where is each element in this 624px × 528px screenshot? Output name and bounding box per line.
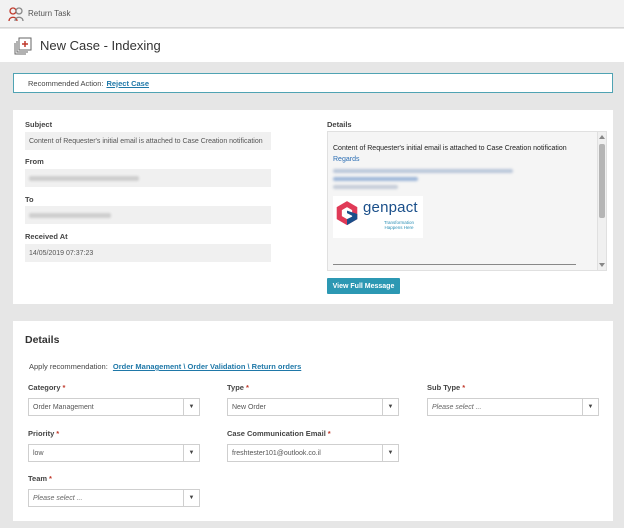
- category-label-text: Category: [28, 383, 61, 392]
- comm-email-label-text: Case Communication Email: [227, 429, 326, 438]
- category-select[interactable]: Order Management ▼: [28, 398, 200, 416]
- email-card: Subject Content of Requester's initial e…: [13, 110, 613, 304]
- email-body-text: Content of Requester's initial email is …: [333, 145, 567, 152]
- chevron-down-icon: ▼: [183, 445, 199, 461]
- case-details-card: Details Apply recommendation: Order Mana…: [13, 321, 613, 521]
- chevron-down-icon: ▼: [183, 399, 199, 415]
- redacted-line: [333, 169, 513, 173]
- type-select[interactable]: New Order ▼: [227, 398, 399, 416]
- redacted-line: [333, 185, 398, 189]
- genpact-logo: genpact Transformation Happens Here: [333, 196, 423, 238]
- required-marker: *: [62, 383, 66, 392]
- subtype-placeholder: Please select ...: [432, 403, 482, 411]
- chevron-down-icon: ▼: [183, 490, 199, 506]
- scroll-down-icon[interactable]: [599, 263, 605, 267]
- reject-case-link[interactable]: Reject Case: [106, 79, 149, 88]
- signature-divider: [333, 264, 576, 265]
- new-case-icon: [14, 37, 32, 54]
- required-marker: *: [462, 383, 466, 392]
- team-label-text: Team: [28, 474, 48, 483]
- comm-email-label: Case Communication Email *: [227, 429, 331, 438]
- priority-select[interactable]: low ▼: [28, 444, 200, 462]
- genpact-logo-text: genpact: [363, 199, 418, 216]
- chevron-down-icon: ▼: [582, 399, 598, 415]
- email-body-viewer[interactable]: Content of Requester's initial email is …: [327, 131, 607, 271]
- required-marker: *: [245, 383, 249, 392]
- required-marker: *: [56, 429, 60, 438]
- from-label: From: [25, 157, 44, 166]
- to-label: To: [25, 195, 34, 204]
- apply-recommendation-label: Apply recommendation:: [29, 362, 108, 371]
- email-body-scrollbar[interactable]: [597, 132, 606, 270]
- page-title: New Case - Indexing: [40, 38, 161, 53]
- priority-label-text: Priority: [28, 429, 55, 438]
- return-task-label: Return Task: [28, 9, 71, 18]
- chevron-down-icon: ▼: [382, 445, 398, 461]
- page-header: New Case - Indexing: [0, 29, 624, 62]
- required-marker: *: [49, 474, 52, 483]
- priority-value: low: [33, 449, 44, 457]
- scroll-up-icon[interactable]: [599, 135, 605, 139]
- recommended-action-label: Recommended Action:: [28, 78, 104, 88]
- genpact-logo-mark-icon: [336, 201, 358, 226]
- required-marker: *: [327, 429, 331, 438]
- email-body: Content of Requester's initial email is …: [333, 143, 591, 193]
- subtype-select[interactable]: Please select ... ▼: [427, 398, 599, 416]
- type-value: New Order: [232, 403, 266, 411]
- type-label: Type *: [227, 383, 249, 392]
- recommended-action-bar: Recommended Action: Reject Case: [13, 73, 613, 93]
- received-at-field: 14/05/2019 07:37:23: [25, 244, 271, 262]
- team-label: Team *: [28, 474, 52, 483]
- email-body-regards: Regards: [333, 156, 360, 163]
- team-placeholder: Please select ...: [33, 494, 83, 502]
- view-full-message-button[interactable]: View Full Message: [327, 278, 400, 294]
- return-task-icon: [8, 6, 24, 21]
- from-field: [25, 169, 271, 187]
- type-label-text: Type: [227, 383, 244, 392]
- scrollbar-thumb[interactable]: [599, 144, 605, 218]
- chevron-down-icon: ▼: [382, 399, 398, 415]
- details-label: Details: [327, 120, 352, 129]
- redacted-line: [333, 177, 418, 181]
- apply-recommendation-link[interactable]: Order Management \ Order Validation \ Re…: [113, 362, 301, 371]
- subtype-label: Sub Type *: [427, 383, 465, 392]
- apply-recommendation: Apply recommendation: Order Management \…: [29, 362, 301, 371]
- comm-email-value: freshtester101@outlook.co.il: [232, 449, 321, 457]
- return-task-button[interactable]: Return Task: [8, 6, 71, 22]
- subtype-label-text: Sub Type: [427, 383, 461, 392]
- subject-field: Content of Requester's initial email is …: [25, 132, 271, 150]
- received-at-label: Received At: [25, 232, 68, 241]
- details-section-title: Details: [25, 334, 60, 346]
- category-value: Order Management: [33, 403, 94, 411]
- to-field: [25, 206, 271, 224]
- team-select[interactable]: Please select ... ▼: [28, 489, 200, 507]
- genpact-logo-tagline: Transformation Happens Here: [383, 220, 415, 230]
- priority-label: Priority *: [28, 429, 59, 438]
- subject-label: Subject: [25, 120, 53, 129]
- comm-email-select[interactable]: freshtester101@outlook.co.il ▼: [227, 444, 399, 462]
- top-toolbar: Return Task: [0, 0, 624, 28]
- category-label: Category *: [28, 383, 65, 392]
